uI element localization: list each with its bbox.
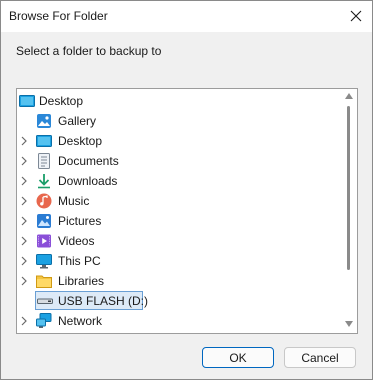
title-bar: Browse For Folder (1, 1, 372, 32)
chevron-right-icon[interactable] (19, 316, 29, 326)
chevron-right-icon[interactable] (19, 276, 29, 286)
browse-for-folder-dialog: Browse For Folder Select a folder to bac… (0, 0, 373, 380)
scroll-down-arrow-icon[interactable] (345, 321, 353, 327)
tree-item-libraries[interactable]: Libraries (17, 271, 339, 291)
documents-icon (38, 153, 50, 169)
chevron-right-icon[interactable] (19, 196, 29, 206)
tree-item-label: Pictures (58, 214, 102, 228)
tree-item-network[interactable]: Network (17, 311, 339, 331)
chevron-right-icon[interactable] (19, 256, 29, 266)
network-icon (36, 313, 52, 328)
tree-item-usb-flash[interactable]: USB FLASH (D:) (17, 291, 339, 311)
ok-button[interactable]: OK (202, 347, 274, 368)
chevron-right-icon[interactable] (19, 156, 29, 166)
tree-item-label: Music (58, 194, 90, 208)
tree-item-this-pc[interactable]: This PC (17, 251, 339, 271)
close-icon (350, 10, 362, 22)
tree-item-label: This PC (58, 254, 101, 268)
tree-item-label: USB FLASH (D:) (58, 294, 149, 308)
folder-tree[interactable]: Desktop Gallery Desktop Documents Downlo… (16, 88, 358, 334)
chevron-right-icon[interactable] (19, 136, 29, 146)
this-pc-icon (36, 254, 52, 269)
tree-item-root-desktop[interactable]: Desktop (17, 91, 339, 111)
tree-item-label: Desktop (58, 134, 103, 148)
videos-icon (37, 234, 51, 248)
tree-item-pictures[interactable]: Pictures (17, 211, 339, 231)
tree-item-documents[interactable]: Documents (17, 151, 339, 171)
vertical-scrollbar[interactable] (341, 89, 357, 333)
tree-item-downloads[interactable]: Downloads (17, 171, 339, 191)
tree-item-label: Documents (58, 154, 119, 168)
tree-item-label: Libraries (58, 274, 105, 288)
chevron-right-icon[interactable] (19, 176, 29, 186)
downloads-icon (38, 174, 50, 189)
instruction-text: Select a folder to backup to (16, 44, 162, 58)
music-icon (36, 193, 52, 209)
pictures-icon (37, 214, 51, 228)
window-title: Browse For Folder (9, 9, 108, 23)
tree-item-label: Network (58, 314, 103, 328)
tree-item-desktop[interactable]: Desktop (17, 131, 339, 151)
chevron-right-icon[interactable] (19, 216, 29, 226)
cancel-button[interactable]: Cancel (284, 347, 356, 368)
desktop-icon (19, 95, 35, 107)
tree-item-videos[interactable]: Videos (17, 231, 339, 251)
tree-item-label: Videos (58, 234, 95, 248)
tree-item-label: Downloads (58, 174, 118, 188)
desktop-icon (36, 135, 52, 147)
tree-item-gallery[interactable]: Gallery (17, 111, 339, 131)
chevron-right-icon[interactable] (19, 236, 29, 246)
close-button[interactable] (340, 1, 372, 32)
gallery-icon (37, 114, 51, 128)
libraries-icon (36, 275, 52, 288)
tree-item-music[interactable]: Music (17, 191, 339, 211)
scroll-thumb[interactable] (347, 106, 350, 270)
scroll-up-arrow-icon[interactable] (345, 93, 353, 99)
tree-item-label: Gallery (58, 114, 97, 128)
tree-item-label: Desktop (39, 94, 84, 108)
usb-drive-icon (37, 298, 53, 304)
